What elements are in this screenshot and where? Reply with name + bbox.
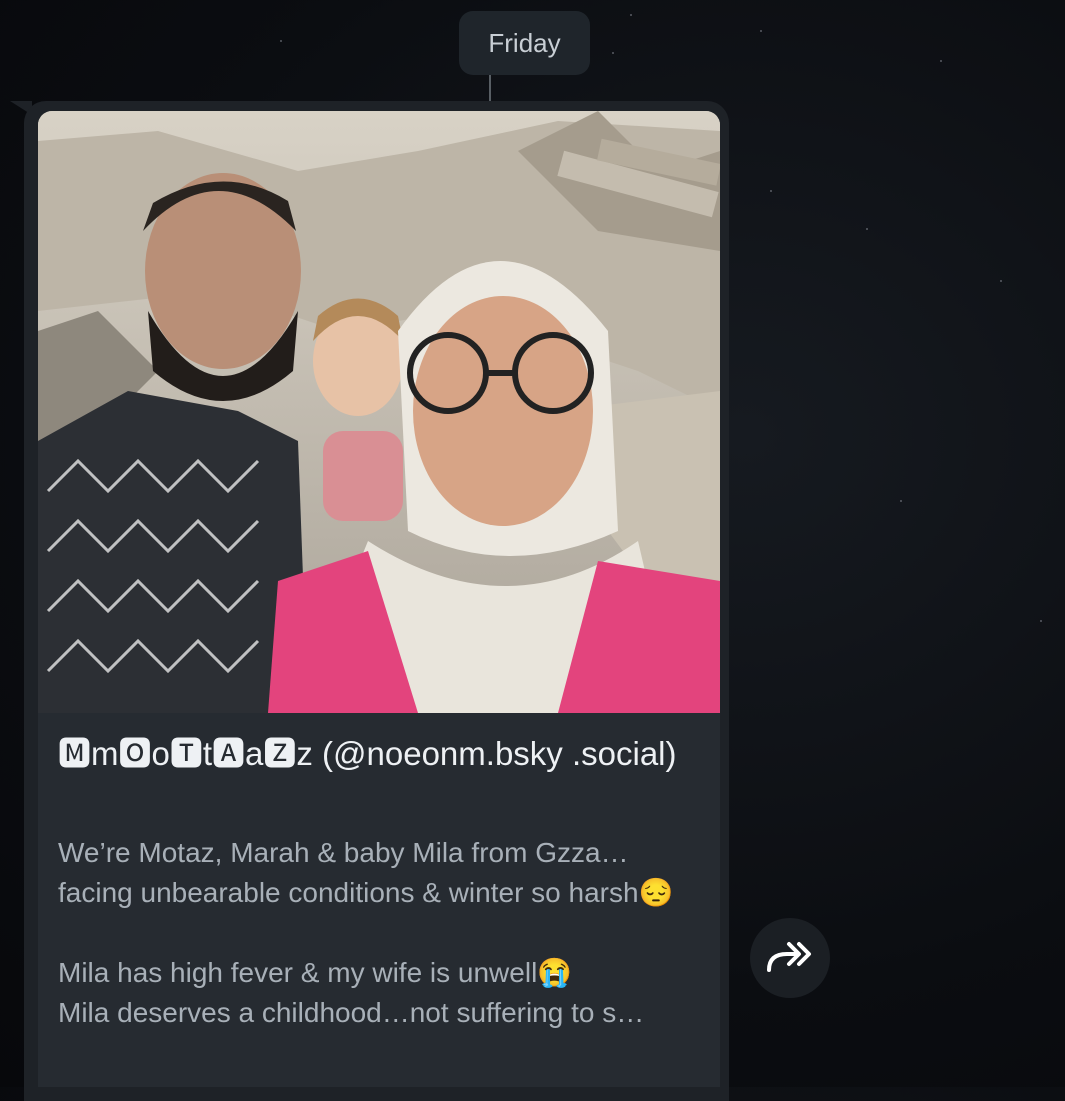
background-star bbox=[760, 30, 762, 32]
link-preview-description: We’re Motaz, Marah & baby Mila from Gzza… bbox=[58, 837, 674, 1028]
link-preview-card[interactable]: 🅼m🅾o🆃t🅰a🆉z (@noeonm.bsky .social) We’re … bbox=[38, 111, 720, 1087]
forward-button[interactable] bbox=[750, 918, 830, 998]
forward-double-arrow-icon bbox=[763, 936, 817, 980]
background-star bbox=[1000, 280, 1002, 282]
background-star bbox=[770, 190, 772, 192]
background-star bbox=[612, 52, 614, 54]
background-star bbox=[940, 60, 942, 62]
divider bbox=[489, 75, 491, 101]
background-star bbox=[1040, 620, 1042, 622]
photo-preview[interactable] bbox=[38, 111, 720, 713]
date-separator: Friday bbox=[459, 11, 590, 75]
background-star bbox=[900, 500, 902, 502]
background-star bbox=[280, 40, 282, 42]
background-star bbox=[630, 14, 632, 16]
date-separator-label: Friday bbox=[488, 27, 561, 58]
link-preview-title[interactable]: 🅼m🅾o🆃t🅰a🆉z (@noeonm.bsky .social) bbox=[58, 729, 698, 779]
background-star bbox=[866, 228, 868, 230]
